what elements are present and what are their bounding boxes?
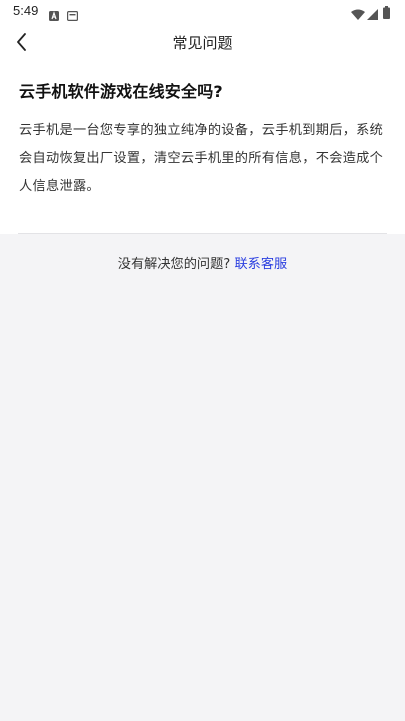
divider <box>18 233 387 234</box>
status-bar: 5:49 <box>0 0 405 24</box>
notification-a-icon <box>49 6 59 25</box>
footer-help: 没有解决您的问题? 联系客服 <box>0 253 405 272</box>
app-bar: 常见问题 <box>0 24 405 60</box>
faq-card: 云手机软件游戏在线安全吗? 云手机是一台您专享的独立纯净的设备，云手机到期后，系… <box>0 60 405 234</box>
faq-question: 云手机软件游戏在线安全吗? <box>19 82 223 101</box>
wifi-icon <box>351 5 365 24</box>
page-title: 常见问题 <box>172 34 233 52</box>
footer-prompt-text: 没有解决您的问题? <box>117 257 231 272</box>
signal-icon <box>367 5 378 24</box>
status-time: 5:49 <box>13 3 39 18</box>
contact-support-link[interactable]: 联系客服 <box>234 257 287 272</box>
faq-answer: 云手机是一台您专享的独立纯净的设备，云手机到期后，系统会自动恢复出厂设置，清空云… <box>19 123 384 194</box>
battery-icon <box>383 4 390 23</box>
cast-icon <box>67 6 79 25</box>
